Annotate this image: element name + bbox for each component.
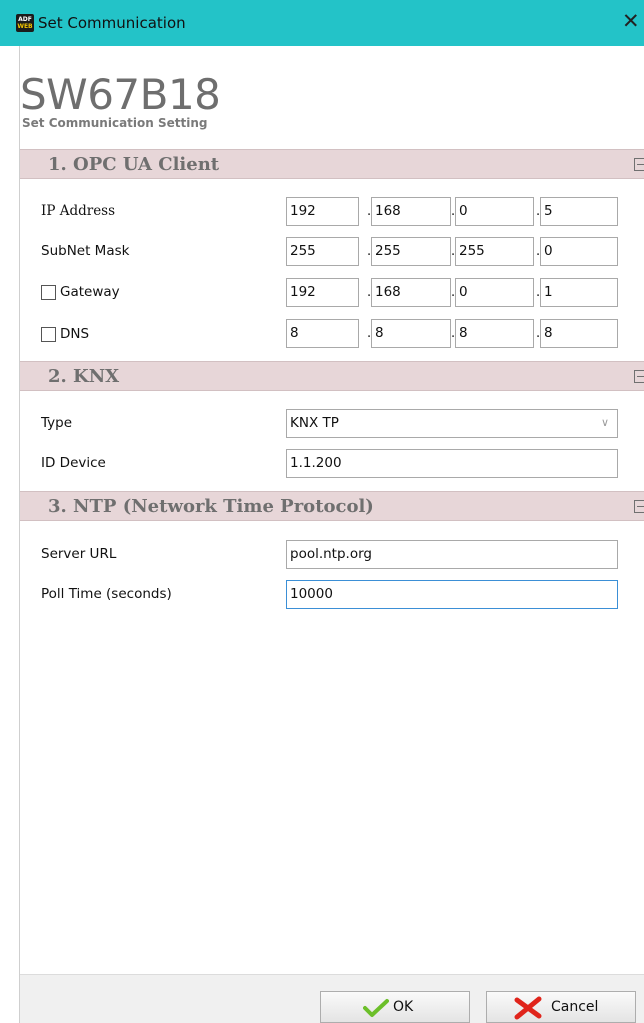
section-header-opc-ua-client[interactable]: 1. OPC UA Client	[20, 149, 644, 179]
dns-octet-4-input[interactable]: 8	[540, 319, 618, 348]
ip-octet-2-input[interactable]: 168	[371, 197, 451, 226]
dns-label: DNS	[60, 326, 90, 342]
server-url-label: Server URL	[41, 546, 117, 562]
type-label: Type	[41, 415, 73, 431]
collapse-icon[interactable]	[634, 500, 644, 513]
cross-icon	[514, 996, 542, 1020]
page-subtitle: Set Communication Setting	[22, 116, 208, 130]
subnet-octet-1-input[interactable]: 255	[286, 237, 359, 266]
dns-octet-2-input[interactable]: 8	[371, 319, 451, 348]
ip-octet-3-input[interactable]: 0	[455, 197, 534, 226]
server-url-input[interactable]: pool.ntp.org	[286, 540, 618, 569]
ok-button[interactable]: OK	[320, 991, 470, 1023]
dns-octet-1-input[interactable]: 8	[286, 319, 359, 348]
cancel-button-label: Cancel	[551, 999, 599, 1015]
footer-bar: OK Cancel	[20, 974, 644, 1023]
title-bar: ADF WEB Set Communication ✕	[0, 0, 644, 46]
window-title: Set Communication	[38, 14, 186, 32]
gateway-checkbox[interactable]	[41, 285, 56, 300]
poll-time-label: Poll Time (seconds)	[41, 586, 172, 602]
type-select[interactable]: KNX TP ∨	[286, 409, 618, 438]
gateway-octet-3-input[interactable]: 0	[455, 278, 534, 307]
poll-time-input[interactable]: 10000	[286, 580, 618, 609]
check-icon	[363, 999, 389, 1017]
subnet-mask-label: SubNet Mask	[41, 243, 130, 259]
app-logo-icon: ADF WEB	[16, 14, 34, 32]
dialog-body: SW67B18 Set Communication Setting 1. OPC…	[19, 46, 644, 1023]
dns-checkbox[interactable]	[41, 327, 56, 342]
ip-octet-1-input[interactable]: 192	[286, 197, 359, 226]
dns-octet-3-input[interactable]: 8	[455, 319, 534, 348]
subnet-octet-2-input[interactable]: 255	[371, 237, 451, 266]
section-title-ntp: 3. NTP (Network Time Protocol)	[48, 496, 374, 517]
collapse-icon[interactable]	[634, 158, 644, 171]
gateway-octet-2-input[interactable]: 168	[371, 278, 451, 307]
id-device-input[interactable]: 1.1.200	[286, 449, 618, 478]
chevron-down-icon: ∨	[600, 416, 609, 429]
cancel-button[interactable]: Cancel	[486, 991, 636, 1023]
ip-address-label: IP Address	[41, 203, 116, 219]
ok-button-label: OK	[393, 999, 414, 1015]
collapse-icon[interactable]	[634, 370, 644, 383]
section-title-opc-ua-client: 1. OPC UA Client	[48, 154, 220, 175]
gateway-octet-4-input[interactable]: 1	[540, 278, 618, 307]
section-header-ntp[interactable]: 3. NTP (Network Time Protocol)	[20, 491, 644, 521]
subnet-octet-3-input[interactable]: 255	[455, 237, 534, 266]
ip-octet-4-input[interactable]: 5	[540, 197, 618, 226]
gateway-label: Gateway	[60, 284, 120, 300]
type-select-value: KNX TP	[290, 415, 339, 431]
page-title: SW67B18	[20, 70, 221, 119]
close-icon[interactable]: ✕	[622, 9, 644, 35]
id-device-label: ID Device	[41, 455, 106, 471]
gateway-octet-1-input[interactable]: 192	[286, 278, 359, 307]
section-header-knx[interactable]: 2. KNX	[20, 361, 644, 391]
section-title-knx: 2. KNX	[48, 366, 120, 387]
subnet-octet-4-input[interactable]: 0	[540, 237, 618, 266]
